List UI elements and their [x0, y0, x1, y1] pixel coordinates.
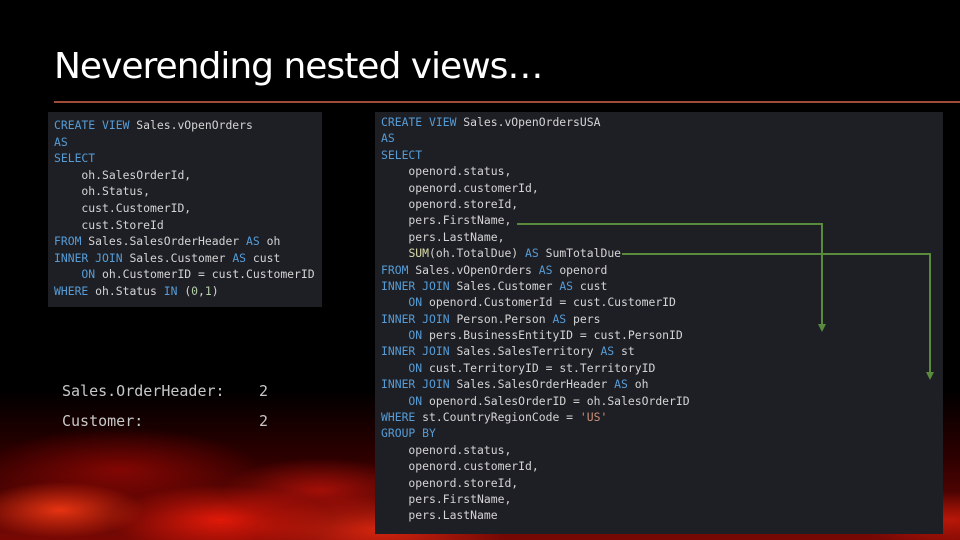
- arrow-sumtotaldue: [622, 253, 934, 380]
- connector-arrows: [517, 223, 934, 380]
- arrow-firstname: [517, 223, 826, 332]
